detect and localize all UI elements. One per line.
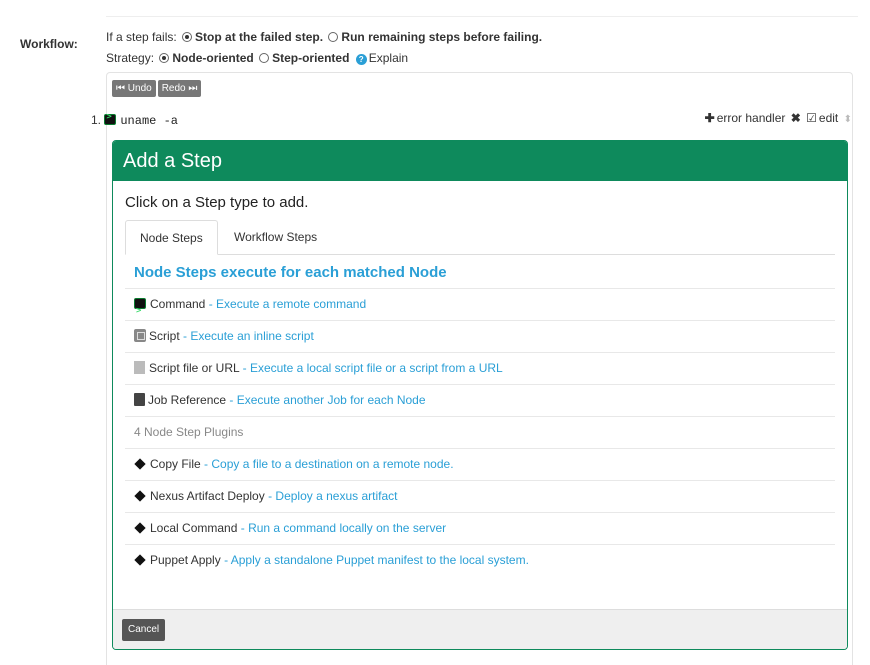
undo-button[interactable]: ⏮ Undo [112, 80, 156, 97]
step-type-script-file[interactable]: Script file or URL - Execute a local scr… [125, 352, 835, 384]
diamond-icon [134, 554, 146, 566]
fail-behavior-row: If a step fails: Stop at the failed step… [106, 30, 542, 44]
redo-icon: ⏭ [185, 83, 198, 94]
step-command[interactable]: uname -a [120, 114, 178, 128]
step-type-job-reference[interactable]: Job Reference - Execute another Job for … [125, 384, 835, 416]
node-oriented-label[interactable]: Node-oriented [172, 51, 253, 65]
stop-option-label[interactable]: Stop at the failed step. [195, 30, 323, 44]
diamond-icon [134, 522, 146, 534]
delete-icon[interactable]: ✖ [791, 111, 801, 125]
item-desc[interactable]: Execute a remote command [216, 297, 366, 311]
strategy-prefix: Strategy: [106, 51, 155, 65]
book-icon [134, 393, 145, 406]
terminal-icon [104, 112, 117, 125]
plugin-puppet-apply[interactable]: Puppet Apply - Apply a standalone Puppet… [125, 544, 835, 576]
edit-link[interactable]: edit [819, 111, 838, 125]
diamond-icon [134, 490, 146, 502]
item-name: Script file or URL [149, 361, 240, 375]
add-step-footer: Cancel [113, 609, 847, 649]
plugin-nexus-artifact-deploy[interactable]: Nexus Artifact Deploy - Deploy a nexus a… [125, 480, 835, 512]
item-name: Command [150, 297, 206, 311]
question-icon[interactable]: ? [355, 54, 367, 65]
plugins-header: 4 Node Step Plugins [125, 416, 835, 448]
run-remaining-option-label[interactable]: Run remaining steps before failing. [341, 30, 542, 44]
step-oriented-label[interactable]: Step-oriented [272, 51, 349, 65]
add-step-title: Add a Step [113, 141, 847, 181]
undo-redo-bar: ⏮ Undo Redo ⏭ [112, 80, 203, 97]
item-desc[interactable]: Execute an inline script [190, 329, 313, 343]
radio-node-oriented[interactable] [159, 53, 170, 63]
undo-icon: ⏮ [116, 83, 128, 94]
strategy-row: Strategy: Node-oriented Step-oriented ? E… [106, 51, 408, 65]
workflow-step-1[interactable]: 1. uname -a [91, 112, 178, 128]
explain-link[interactable]: Explain [369, 51, 408, 65]
tab-workflow-steps[interactable]: Workflow Steps [220, 220, 331, 255]
step-type-command[interactable]: Command - Execute a remote command [125, 288, 835, 327]
step-type-tabs: Node Steps Workflow Steps [125, 220, 835, 255]
plugin-desc[interactable]: Copy a file to a destination on a remote… [211, 457, 453, 471]
step-number: 1. [91, 113, 102, 127]
item-desc[interactable]: Execute another Job for each Node [237, 393, 426, 407]
section-title: Node Steps execute for each matched Node [134, 264, 447, 281]
step-type-script[interactable]: Script - Execute an inline script [125, 320, 835, 352]
fail-prefix: If a step fails: [106, 30, 177, 44]
sort-icon[interactable]: ⬍ [844, 114, 852, 125]
plugin-name: Puppet Apply [150, 553, 221, 567]
file-icon [134, 361, 145, 374]
top-divider [106, 16, 858, 17]
edit-icon: ☑ [806, 111, 817, 125]
diamond-icon [134, 458, 146, 470]
plugin-desc[interactable]: Run a command locally on the server [248, 521, 446, 535]
plugin-name: Local Command [150, 521, 238, 535]
terminal-icon [134, 296, 146, 327]
add-step-panel: Add a Step Click on a Step type to add. … [112, 140, 848, 650]
workflow-label: Workflow: [20, 37, 78, 51]
plus-icon: ✚ [704, 111, 715, 125]
plugin-desc[interactable]: Deploy a nexus artifact [275, 489, 397, 503]
script-icon [134, 329, 146, 342]
cancel-button[interactable]: Cancel [122, 619, 166, 641]
error-handler-link[interactable]: error handler [717, 111, 786, 125]
item-name: Script [149, 329, 180, 343]
tab-node-steps[interactable]: Node Steps [125, 220, 218, 255]
radio-step-oriented[interactable] [259, 53, 270, 63]
item-desc[interactable]: Execute a local script file or a script … [250, 361, 503, 375]
undo-label: Undo [127, 83, 152, 94]
plugin-copy-file[interactable]: Copy File - Copy a file to a destination… [125, 448, 835, 480]
redo-button[interactable]: Redo ⏭ [157, 80, 202, 97]
add-step-subtitle: Click on a Step type to add. [125, 194, 309, 211]
redo-label: Redo [161, 83, 186, 94]
step-actions: ✚ error handler ✖ ☑ edit ⬍ [703, 111, 852, 125]
plugin-desc[interactable]: Apply a standalone Puppet manifest to th… [231, 553, 529, 567]
item-name: Job Reference [148, 393, 227, 407]
plugin-local-command[interactable]: Local Command - Run a command locally on… [125, 512, 835, 544]
radio-stop-on-fail[interactable] [182, 32, 193, 42]
radio-run-remaining[interactable] [328, 32, 339, 42]
plugin-name: Copy File [150, 457, 201, 471]
plugin-name: Nexus Artifact Deploy [150, 489, 265, 503]
